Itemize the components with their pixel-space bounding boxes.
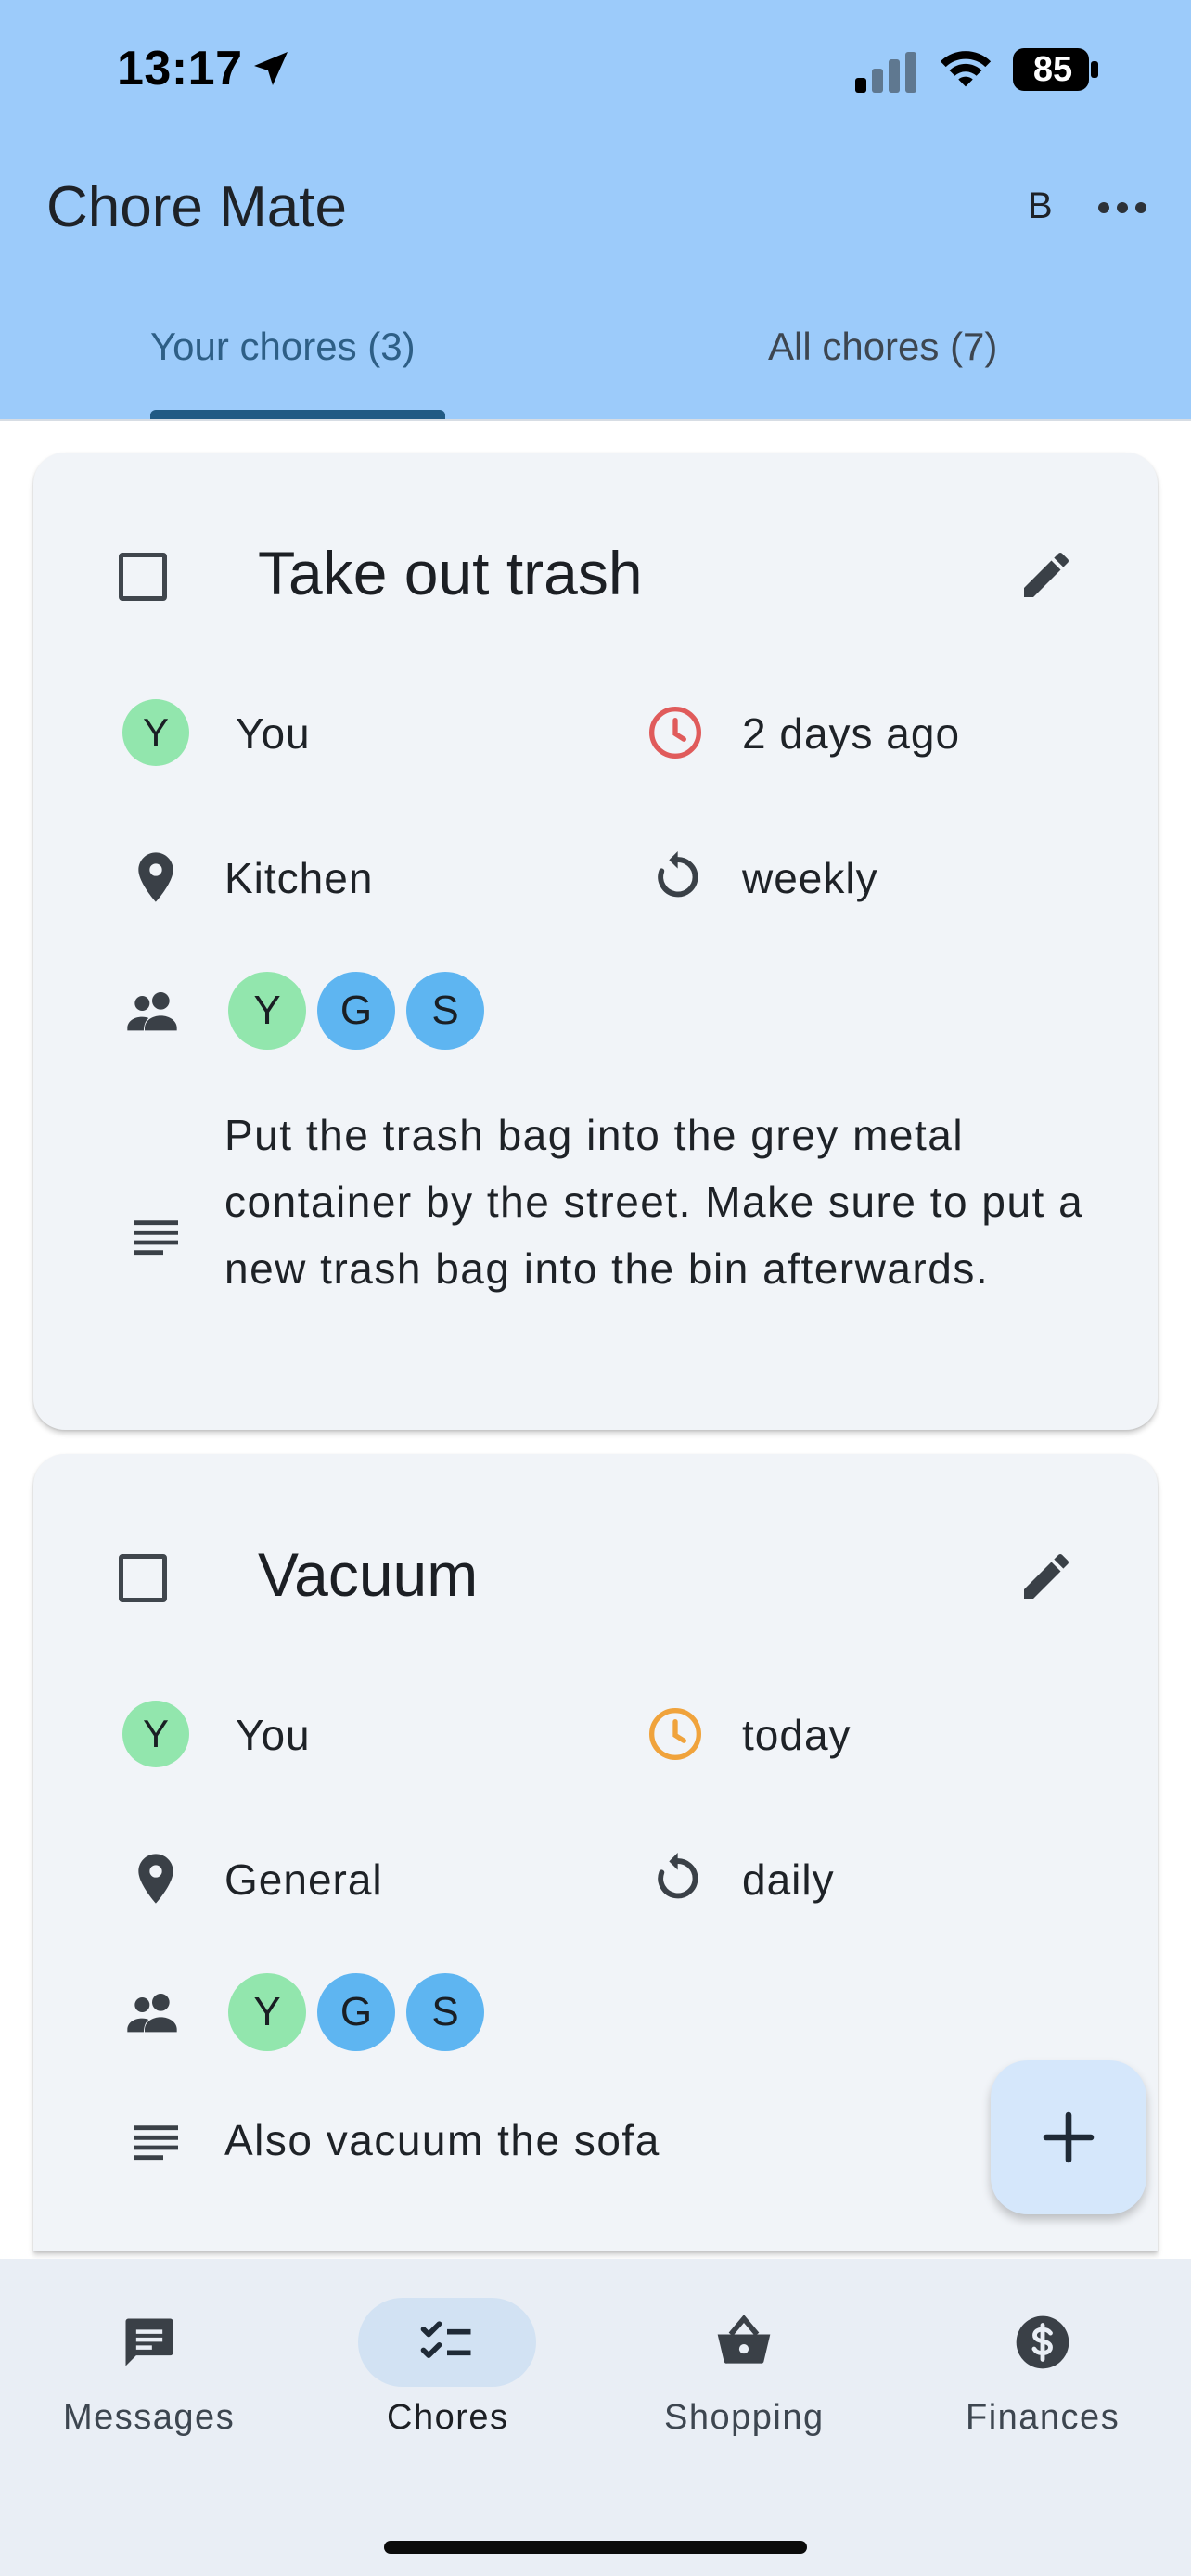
checklist-icon bbox=[420, 2321, 471, 2358]
bottom-navigation: Messages Chores Shopping Finances bbox=[0, 2259, 1191, 2576]
assignee-label: You bbox=[236, 709, 311, 758]
add-chore-button[interactable] bbox=[991, 2060, 1146, 2214]
location-pin-icon bbox=[138, 852, 173, 902]
recurrence-label: weekly bbox=[742, 854, 878, 902]
participant-avatar: S bbox=[406, 972, 484, 1050]
location-label: Kitchen bbox=[224, 854, 374, 902]
nav-item-chores[interactable]: Chores bbox=[298, 2259, 596, 2444]
participant-avatar: Y bbox=[228, 972, 306, 1050]
people-icon bbox=[127, 1994, 177, 2033]
assignee-label: You bbox=[236, 1711, 311, 1759]
nav-label: Finances bbox=[966, 2398, 1121, 2437]
app-bar: 13:17 85 Chore Mate B Your chores (3) Al… bbox=[0, 0, 1191, 419]
assignee-avatar: Y bbox=[122, 1701, 189, 1767]
participant-avatar: G bbox=[317, 972, 395, 1050]
location-label: General bbox=[224, 1855, 383, 1904]
nav-label: Shopping bbox=[664, 2398, 825, 2437]
chore-card[interactable]: Take out trash Y You 2 days ago Kitchen … bbox=[33, 453, 1158, 1430]
chore-description: Also vacuum the sofa bbox=[224, 2116, 660, 2164]
nav-item-finances[interactable]: Finances bbox=[893, 2259, 1191, 2444]
chore-checkbox[interactable] bbox=[119, 553, 167, 601]
nav-label: Messages bbox=[63, 2398, 236, 2437]
nav-item-shopping[interactable]: Shopping bbox=[596, 2259, 893, 2444]
chore-card[interactable]: Vacuum Y You today General daily Y G S A… bbox=[33, 1454, 1158, 2251]
tab-divider bbox=[0, 419, 1191, 421]
tab-your-chores[interactable]: Your chores (3) bbox=[150, 325, 416, 369]
plus-icon bbox=[1043, 2111, 1095, 2163]
clock-icon bbox=[649, 707, 701, 759]
people-icon bbox=[127, 992, 177, 1031]
due-label: 2 days ago bbox=[742, 709, 961, 758]
participant-avatar: S bbox=[406, 1973, 484, 2051]
due-label: today bbox=[742, 1711, 852, 1759]
location-pin-icon bbox=[138, 1854, 173, 1904]
status-time: 13:17 bbox=[117, 42, 243, 96]
chore-description: Put the trash bag into the grey metal co… bbox=[224, 1111, 1084, 1293]
participant-avatar: G bbox=[317, 1973, 395, 2051]
chore-title: Vacuum bbox=[258, 1540, 479, 1609]
notes-icon bbox=[134, 1220, 178, 1256]
user-initial-button[interactable]: B bbox=[1028, 185, 1053, 227]
tab-all-chores[interactable]: All chores (7) bbox=[768, 325, 997, 369]
basket-icon bbox=[717, 2315, 771, 2364]
edit-icon[interactable] bbox=[1017, 1547, 1076, 1606]
chore-title: Take out trash bbox=[258, 539, 643, 607]
repeat-icon bbox=[658, 851, 698, 898]
app-title: Chore Mate bbox=[46, 175, 347, 239]
location-arrow-icon bbox=[254, 52, 288, 85]
nav-item-messages[interactable]: Messages bbox=[0, 2259, 298, 2444]
notes-icon bbox=[134, 2125, 178, 2161]
screen: 13:17 85 Chore Mate B Your chores (3) Al… bbox=[0, 0, 1191, 2576]
wifi-icon bbox=[940, 51, 992, 87]
chore-checkbox[interactable] bbox=[119, 1554, 167, 1602]
recurrence-label: daily bbox=[742, 1855, 835, 1904]
participant-avatar: Y bbox=[228, 1973, 306, 2051]
clock-icon bbox=[649, 1708, 701, 1760]
message-icon bbox=[125, 2318, 173, 2366]
dollar-icon bbox=[1016, 2315, 1069, 2369]
assignee-avatar: Y bbox=[122, 699, 189, 766]
signal-icon bbox=[855, 52, 916, 93]
more-options-icon[interactable] bbox=[1096, 197, 1148, 219]
repeat-icon bbox=[658, 1853, 698, 1899]
home-indicator bbox=[384, 2541, 807, 2554]
active-tab-indicator bbox=[150, 410, 445, 419]
nav-label: Chores bbox=[387, 2398, 509, 2437]
edit-icon[interactable] bbox=[1017, 545, 1076, 605]
battery-level: 85 bbox=[1032, 50, 1073, 89]
